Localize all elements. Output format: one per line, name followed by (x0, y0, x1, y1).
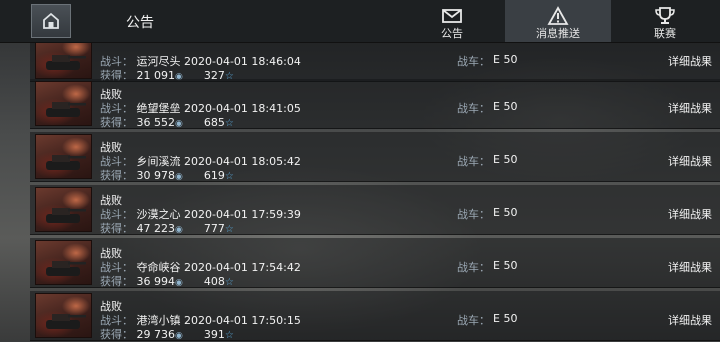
xp-value: 777 (203, 222, 225, 235)
tank-thumbnail (35, 81, 92, 126)
tank-icon (46, 208, 86, 223)
tank-label: 战车： (457, 314, 490, 327)
tank-label: 战车： (457, 55, 490, 68)
detail-results-link[interactable]: 详细战果 (668, 312, 712, 328)
credits-value: 36 552 (136, 116, 176, 129)
credits-value: 30 978 (136, 169, 176, 182)
envelope-icon (442, 9, 462, 23)
tank-name: E 50 (493, 259, 518, 272)
tank-icon (46, 155, 86, 170)
tank-label: 战车： (457, 208, 490, 221)
earned-line: 获得： 36 552◉ 685☆ (100, 114, 234, 130)
earned-line: 获得： 30 978◉ 619☆ (100, 167, 234, 183)
star-icon: ☆ (224, 224, 234, 235)
warning-icon (547, 6, 569, 25)
earned-label: 获得： (100, 275, 133, 288)
earned-label: 获得： (100, 222, 133, 235)
detail-results-link[interactable]: 详细战果 (668, 206, 712, 222)
tank-name: E 50 (493, 100, 518, 113)
star-icon: ☆ (224, 118, 234, 129)
tank-label: 战车： (457, 102, 490, 115)
tank-name: E 50 (493, 153, 518, 166)
tank-icon (46, 261, 86, 276)
tab-notice[interactable]: 公告 (403, 0, 501, 42)
tab-message-push-label: 消息推送 (536, 27, 580, 40)
detail-results-link[interactable]: 详细战果 (668, 153, 712, 169)
page-title: 公告 (126, 15, 154, 31)
silver-icon: ◉ (175, 278, 183, 288)
earned-label: 获得： (100, 169, 133, 182)
battle-record-row[interactable]: 战败 战斗： 港湾小镇 2020-04-01 17:50:15 获得： 29 7… (30, 291, 720, 341)
tab-notice-label: 公告 (441, 27, 463, 40)
tab-league-label: 联赛 (654, 27, 676, 40)
silver-icon: ◉ (175, 172, 183, 182)
tank-thumbnail (35, 134, 92, 179)
tank-label: 战车： (457, 261, 490, 274)
tank-thumbnail (35, 240, 92, 285)
silver-icon: ◉ (175, 225, 183, 235)
tank-thumbnail (35, 293, 92, 338)
xp-value: 685 (203, 116, 225, 129)
star-icon: ☆ (224, 277, 234, 288)
detail-results-link[interactable]: 详细战果 (668, 100, 712, 116)
tank-name: E 50 (493, 312, 518, 325)
detail-results-link[interactable]: 详细战果 (668, 259, 712, 275)
credits-value: 36 994 (136, 275, 176, 288)
earned-label: 获得： (100, 328, 133, 341)
tank-icon (46, 55, 86, 70)
credits-value: 29 736 (136, 328, 176, 341)
tank-name: E 50 (493, 53, 518, 66)
battle-record-row[interactable]: 战败 战斗： 绝望堡垒 2020-04-01 18:41:05 获得： 36 5… (30, 79, 720, 129)
earned-label: 获得： (100, 116, 133, 129)
star-icon: ☆ (224, 171, 234, 182)
tank-label: 战车： (457, 155, 490, 168)
top-bar: 公告 公告 消息推送 联赛 (0, 0, 720, 43)
xp-value: 619 (203, 169, 225, 182)
xp-value: 391 (203, 328, 225, 341)
tank-icon (46, 314, 86, 329)
battle-record-row[interactable]: 战败 战斗： 乡间溪流 2020-04-01 18:05:42 获得： 30 9… (30, 132, 720, 182)
trophy-icon (655, 7, 675, 24)
credits-value: 47 223 (136, 222, 176, 235)
star-icon: ☆ (224, 330, 234, 341)
battle-record-row[interactable]: 战败 战斗： 沙漠之心 2020-04-01 17:59:39 获得： 47 2… (30, 185, 720, 235)
home-icon (43, 12, 59, 29)
detail-results-link[interactable]: 详细战果 (668, 53, 712, 69)
battle-record-row[interactable]: 战败 战斗： 夺命峡谷 2020-04-01 17:54:42 获得： 36 9… (30, 238, 720, 288)
tank-name: E 50 (493, 206, 518, 219)
tank-icon (46, 102, 86, 117)
earned-line: 获得： 29 736◉ 391☆ (100, 326, 234, 342)
silver-icon: ◉ (175, 331, 183, 341)
tab-league[interactable]: 联赛 (616, 0, 714, 42)
xp-value: 408 (203, 275, 225, 288)
tank-thumbnail (35, 187, 92, 232)
silver-icon: ◉ (175, 119, 183, 129)
home-button[interactable] (31, 4, 71, 38)
earned-line: 获得： 36 994◉ 408☆ (100, 273, 234, 289)
tab-message-push[interactable]: 消息推送 (505, 0, 611, 42)
earned-line: 获得： 47 223◉ 777☆ (100, 220, 234, 236)
